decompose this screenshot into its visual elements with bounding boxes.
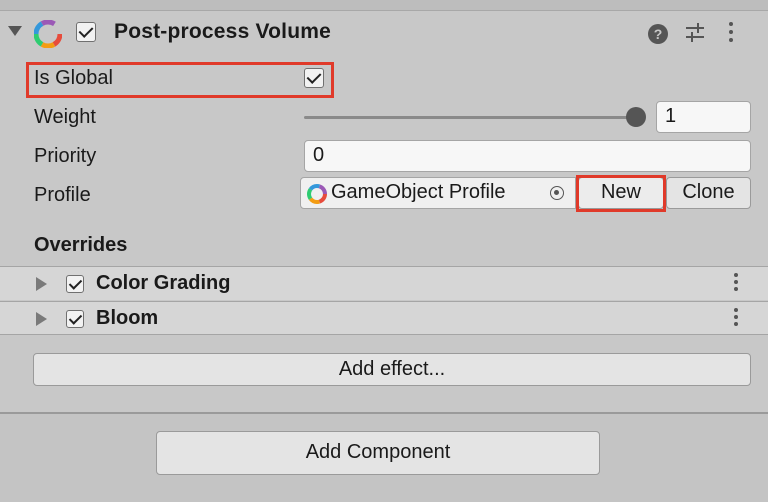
object-picker-icon[interactable] bbox=[550, 186, 564, 200]
kebab-menu-icon[interactable] bbox=[728, 22, 734, 46]
component-title: Post-process Volume bbox=[114, 20, 331, 43]
color-grading-checkbox[interactable] bbox=[66, 275, 84, 293]
clone-profile-button[interactable]: Clone bbox=[666, 177, 751, 209]
foldout-collapsed-icon[interactable] bbox=[36, 277, 47, 291]
bloom-checkbox[interactable] bbox=[66, 310, 84, 328]
kebab-menu-icon[interactable] bbox=[734, 273, 738, 294]
effect-row-color-grading[interactable]: Color Grading bbox=[0, 266, 768, 300]
post-process-profile-icon bbox=[307, 184, 327, 204]
kebab-menu-icon[interactable] bbox=[734, 308, 738, 329]
add-component-button[interactable]: Add Component bbox=[156, 431, 600, 475]
foldout-expanded-icon[interactable] bbox=[8, 26, 22, 36]
help-icon[interactable]: ? bbox=[648, 24, 668, 44]
foldout-collapsed-icon[interactable] bbox=[36, 312, 47, 326]
is-global-label: Is Global bbox=[34, 67, 113, 89]
overrides-heading: Overrides bbox=[34, 234, 128, 256]
post-process-volume-component: Post-process Volume ? Is Global Weight 1… bbox=[0, 0, 768, 414]
effect-name: Bloom bbox=[96, 307, 159, 329]
check-icon bbox=[68, 276, 83, 290]
profile-object-field[interactable]: GameObject Profile bbox=[300, 177, 576, 209]
check-icon bbox=[78, 23, 94, 38]
priority-input[interactable]: 0 bbox=[304, 140, 751, 172]
check-icon bbox=[306, 69, 322, 84]
add-effect-button[interactable]: Add effect... bbox=[33, 353, 751, 386]
new-button-highlight bbox=[576, 175, 666, 212]
effect-row-bloom[interactable]: Bloom bbox=[0, 301, 768, 335]
post-process-icon bbox=[34, 20, 62, 48]
priority-label: Priority bbox=[34, 145, 97, 167]
weight-label: Weight bbox=[34, 106, 96, 128]
profile-value: GameObject Profile bbox=[331, 181, 506, 203]
presets-icon[interactable] bbox=[684, 22, 706, 44]
weight-slider-thumb[interactable] bbox=[626, 107, 646, 127]
effect-name: Color Grading bbox=[96, 272, 231, 294]
check-icon bbox=[68, 311, 83, 325]
weight-input[interactable]: 1 bbox=[656, 101, 751, 133]
top-divider bbox=[0, 0, 768, 11]
component-enabled-checkbox[interactable] bbox=[76, 22, 96, 42]
component-header[interactable]: Post-process Volume ? bbox=[0, 12, 768, 56]
profile-label: Profile bbox=[34, 184, 91, 206]
is-global-checkbox[interactable] bbox=[304, 68, 324, 88]
inspector-footer: Add Component bbox=[0, 414, 768, 502]
weight-slider-track[interactable] bbox=[304, 116, 638, 119]
